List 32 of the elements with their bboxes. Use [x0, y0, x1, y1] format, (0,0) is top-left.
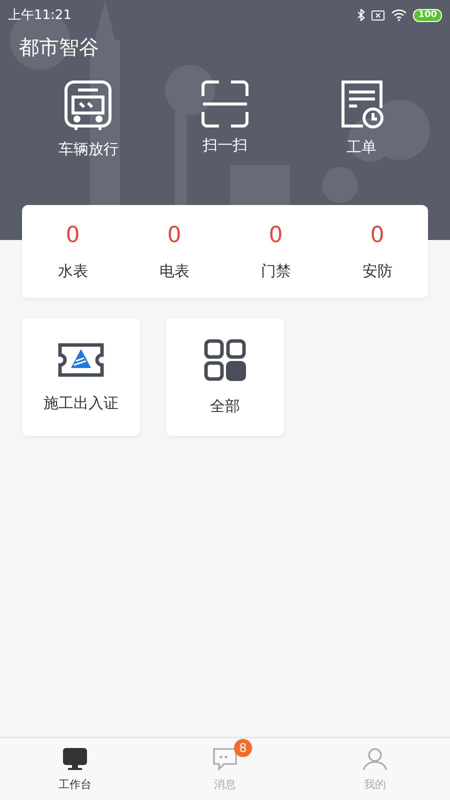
grid-icon: [204, 338, 246, 380]
sim-icon: [371, 10, 386, 20]
scan-icon: [200, 80, 249, 128]
tab-label: 我的: [364, 776, 386, 792]
app-tile[interactable]: 施工出入证: [22, 318, 140, 436]
bluetooth-icon: [357, 9, 366, 21]
stat-value: 0: [370, 222, 384, 248]
monitor-icon: [62, 746, 88, 770]
stat-label: 电表: [159, 262, 190, 280]
user-icon: [362, 746, 388, 770]
document-clock-icon: [338, 80, 385, 130]
status-time: 上午11:21: [8, 7, 72, 24]
stat-label: 安防: [362, 262, 392, 280]
tab-label: 消息: [214, 776, 236, 792]
ticket-icon: [57, 342, 105, 378]
stat-label: 门禁: [260, 262, 291, 280]
chat-bubble-icon: [212, 746, 238, 770]
quick-action-button[interactable]: 车辆放行: [33, 80, 144, 159]
stat-value: 0: [66, 222, 80, 248]
app-tile[interactable]: 全部: [166, 318, 284, 436]
battery-level: 100: [413, 8, 442, 22]
bus-icon: [64, 80, 112, 132]
wifi-icon: [391, 9, 408, 21]
quick-action-button[interactable]: 扫一扫: [170, 80, 280, 159]
stat-value: 0: [268, 222, 283, 248]
stat-label: 水表: [58, 262, 88, 280]
app-title: 都市智谷: [18, 34, 100, 61]
tab-label: 工作台: [58, 776, 92, 792]
unread-badge: 8: [234, 738, 252, 756]
tab-item[interactable]: 工作台: [0, 738, 150, 800]
quick-action-button[interactable]: 工单: [306, 80, 417, 159]
stat-value: 0: [167, 222, 182, 248]
